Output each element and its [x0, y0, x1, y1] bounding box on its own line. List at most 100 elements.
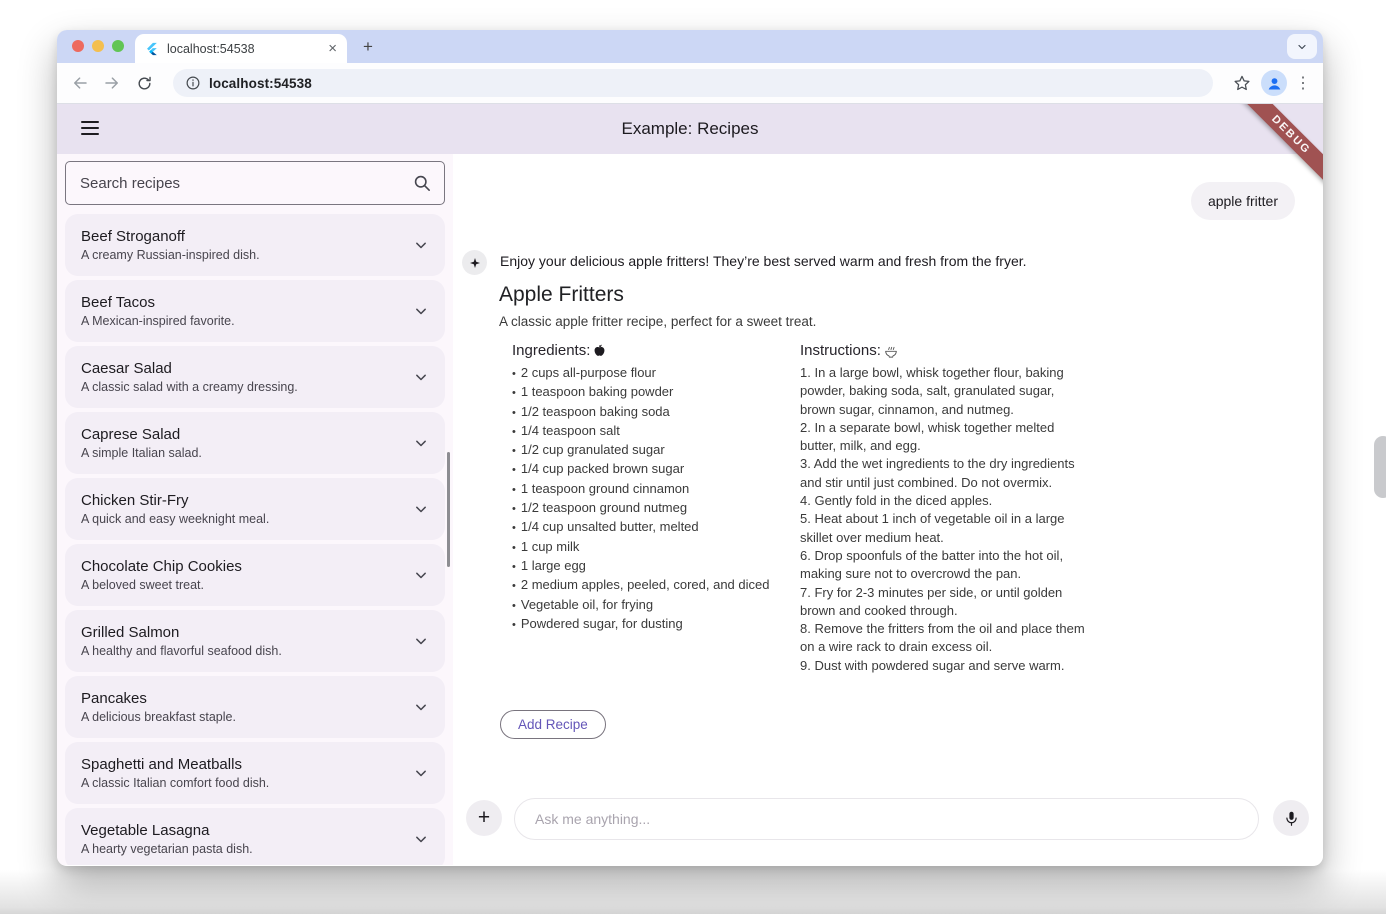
- instruction-step: 2. In a separate bowl, whisk together me…: [800, 419, 1092, 456]
- recipe-list-item[interactable]: Beef Stroganoff A creamy Russian-inspire…: [65, 214, 445, 276]
- recipe-list-item[interactable]: Chicken Stir-Fry A quick and easy weekni…: [65, 478, 445, 540]
- apple-icon: [592, 343, 607, 358]
- recipe-item-description: A Mexican-inspired favorite.: [81, 313, 411, 330]
- chat-message-input[interactable]: [514, 798, 1259, 840]
- chevron-down-icon[interactable]: [411, 499, 431, 519]
- ingredient-item: Powdered sugar, for dusting: [512, 615, 800, 634]
- chevron-down-icon[interactable]: [411, 829, 431, 849]
- steaming-bowl-icon: [883, 343, 899, 359]
- close-tab-icon[interactable]: ×: [328, 41, 337, 56]
- sidebar-scrollbar-thumb[interactable]: [447, 452, 450, 567]
- chevron-down-icon[interactable]: [411, 367, 431, 387]
- window-controls: [72, 40, 124, 52]
- add-recipe-button[interactable]: Add Recipe: [500, 710, 606, 739]
- search-icon: [412, 173, 432, 193]
- browser-toolbar: localhost:54538 ⋮: [57, 63, 1323, 104]
- instructions-heading-label: Instructions:: [800, 342, 881, 359]
- desktop-shadow: [0, 870, 1386, 914]
- instruction-step: 4. Gently fold in the diced apples.: [800, 492, 1092, 510]
- ingredient-item: 1 cup milk: [512, 538, 800, 557]
- recipe-list-item[interactable]: Beef Tacos A Mexican-inspired favorite.: [65, 280, 445, 342]
- recipe-item-title: Chicken Stir-Fry: [81, 491, 411, 511]
- site-info-icon[interactable]: [185, 75, 201, 91]
- ingredient-item: 1 teaspoon ground cinnamon: [512, 480, 800, 499]
- recipe-list-item-text: Chocolate Chip Cookies A beloved sweet t…: [81, 557, 411, 594]
- browser-window: localhost:54538 × + localho: [57, 30, 1323, 866]
- app-body: Beef Stroganoff A creamy Russian-inspire…: [57, 154, 1323, 865]
- instruction-step: 1. In a large bowl, whisk together flour…: [800, 364, 1092, 419]
- back-icon[interactable]: [67, 70, 93, 96]
- chevron-down-icon[interactable]: [411, 565, 431, 585]
- recipe-item-description: A healthy and flavorful seafood dish.: [81, 643, 411, 660]
- ingredients-list: 2 cups all-purpose flour 1 teaspoon baki…: [512, 364, 800, 634]
- recipe-item-title: Vegetable Lasagna: [81, 821, 411, 841]
- zoom-window-button[interactable]: [112, 40, 124, 52]
- ingredient-item: Vegetable oil, for frying: [512, 596, 800, 615]
- desktop-background: localhost:54538 × + localho: [0, 0, 1386, 914]
- user-chat-bubble: apple fritter: [1191, 182, 1295, 220]
- minimize-window-button[interactable]: [92, 40, 104, 52]
- address-bar[interactable]: localhost:54538: [173, 69, 1213, 97]
- recipe-item-description: A beloved sweet treat.: [81, 577, 411, 594]
- chevron-down-icon[interactable]: [411, 697, 431, 717]
- instructions-list: 1. In a large bowl, whisk together flour…: [800, 364, 1092, 675]
- ingredient-item: 1/2 cup granulated sugar: [512, 441, 800, 460]
- recipes-sidebar: Beef Stroganoff A creamy Russian-inspire…: [57, 154, 453, 865]
- recipe-list-item[interactable]: Grilled Salmon A healthy and flavorful s…: [65, 610, 445, 672]
- microphone-button[interactable]: [1273, 800, 1309, 836]
- recipe-item-title: Pancakes: [81, 689, 411, 709]
- recipe-item-description: A creamy Russian-inspired dish.: [81, 247, 411, 264]
- chevron-down-icon[interactable]: [411, 235, 431, 255]
- tab-search-button[interactable]: [1287, 34, 1317, 59]
- search-input[interactable]: [80, 175, 412, 192]
- recipe-item-description: A hearty vegetarian pasta dish.: [81, 841, 411, 858]
- chevron-down-icon[interactable]: [411, 301, 431, 321]
- recipe-item-description: A simple Italian salad.: [81, 445, 411, 462]
- ingredient-item: 1 large egg: [512, 557, 800, 576]
- browser-tab[interactable]: localhost:54538 ×: [135, 34, 347, 63]
- recipe-list-item-text: Vegetable Lasagna A hearty vegetarian pa…: [81, 821, 411, 858]
- ingredient-item: 2 cups all-purpose flour: [512, 364, 800, 383]
- tab-title: localhost:54538: [167, 42, 320, 56]
- browser-menu-icon[interactable]: ⋮: [1293, 73, 1313, 93]
- forward-icon[interactable]: [99, 70, 125, 96]
- recipe-list: Beef Stroganoff A creamy Russian-inspire…: [65, 214, 445, 865]
- ingredient-item: 1/2 teaspoon baking soda: [512, 403, 800, 422]
- recipe-list-item-text: Beef Stroganoff A creamy Russian-inspire…: [81, 227, 411, 264]
- recipe-list-item-text: Pancakes A delicious breakfast staple.: [81, 689, 411, 726]
- recipe-list-item[interactable]: Vegetable Lasagna A hearty vegetarian pa…: [65, 808, 445, 865]
- ingredient-item: 1/4 cup unsalted butter, melted: [512, 518, 800, 537]
- instruction-step: 9. Dust with powdered sugar and serve wa…: [800, 657, 1092, 675]
- recipe-list-item[interactable]: Chocolate Chip Cookies A beloved sweet t…: [65, 544, 445, 606]
- recipe-card-columns: Ingredients:: [512, 342, 1092, 675]
- new-tab-button[interactable]: +: [357, 36, 379, 58]
- profile-avatar[interactable]: [1261, 70, 1287, 96]
- ingredient-item: 1/4 teaspoon salt: [512, 422, 800, 441]
- browser-tab-strip: localhost:54538 × +: [57, 30, 1323, 63]
- chevron-down-icon[interactable]: [411, 433, 431, 453]
- recipe-item-title: Beef Tacos: [81, 293, 411, 313]
- recipe-card-subtitle: A classic apple fritter recipe, perfect …: [499, 314, 816, 329]
- overlay-scrollbar-thumb[interactable]: [1374, 436, 1386, 498]
- recipe-list-item-text: Beef Tacos A Mexican-inspired favorite.: [81, 293, 411, 330]
- refresh-icon[interactable]: [131, 70, 157, 96]
- ingredient-item: 2 medium apples, peeled, cored, and dice…: [512, 576, 800, 595]
- attach-plus-button[interactable]: +: [466, 800, 502, 836]
- recipe-list-item[interactable]: Spaghetti and Meatballs A classic Italia…: [65, 742, 445, 804]
- close-window-button[interactable]: [72, 40, 84, 52]
- bookmark-star-icon[interactable]: [1229, 70, 1255, 96]
- search-field[interactable]: [65, 161, 445, 205]
- recipe-list-item-text: Caprese Salad A simple Italian salad.: [81, 425, 411, 462]
- recipe-item-description: A quick and easy weeknight meal.: [81, 511, 411, 528]
- chevron-down-icon[interactable]: [411, 631, 431, 651]
- recipe-list-item-text: Spaghetti and Meatballs A classic Italia…: [81, 755, 411, 792]
- assistant-message-text: Enjoy your delicious apple fritters! The…: [500, 250, 1027, 275]
- recipe-card-title: Apple Fritters: [499, 283, 624, 307]
- instructions-column: Instructions:: [800, 342, 1092, 675]
- menu-hamburger-icon[interactable]: [81, 121, 99, 135]
- recipe-item-title: Spaghetti and Meatballs: [81, 755, 411, 775]
- recipe-list-item[interactable]: Pancakes A delicious breakfast staple.: [65, 676, 445, 738]
- recipe-list-item[interactable]: Caprese Salad A simple Italian salad.: [65, 412, 445, 474]
- recipe-list-item[interactable]: Caesar Salad A classic salad with a crea…: [65, 346, 445, 408]
- chevron-down-icon[interactable]: [411, 763, 431, 783]
